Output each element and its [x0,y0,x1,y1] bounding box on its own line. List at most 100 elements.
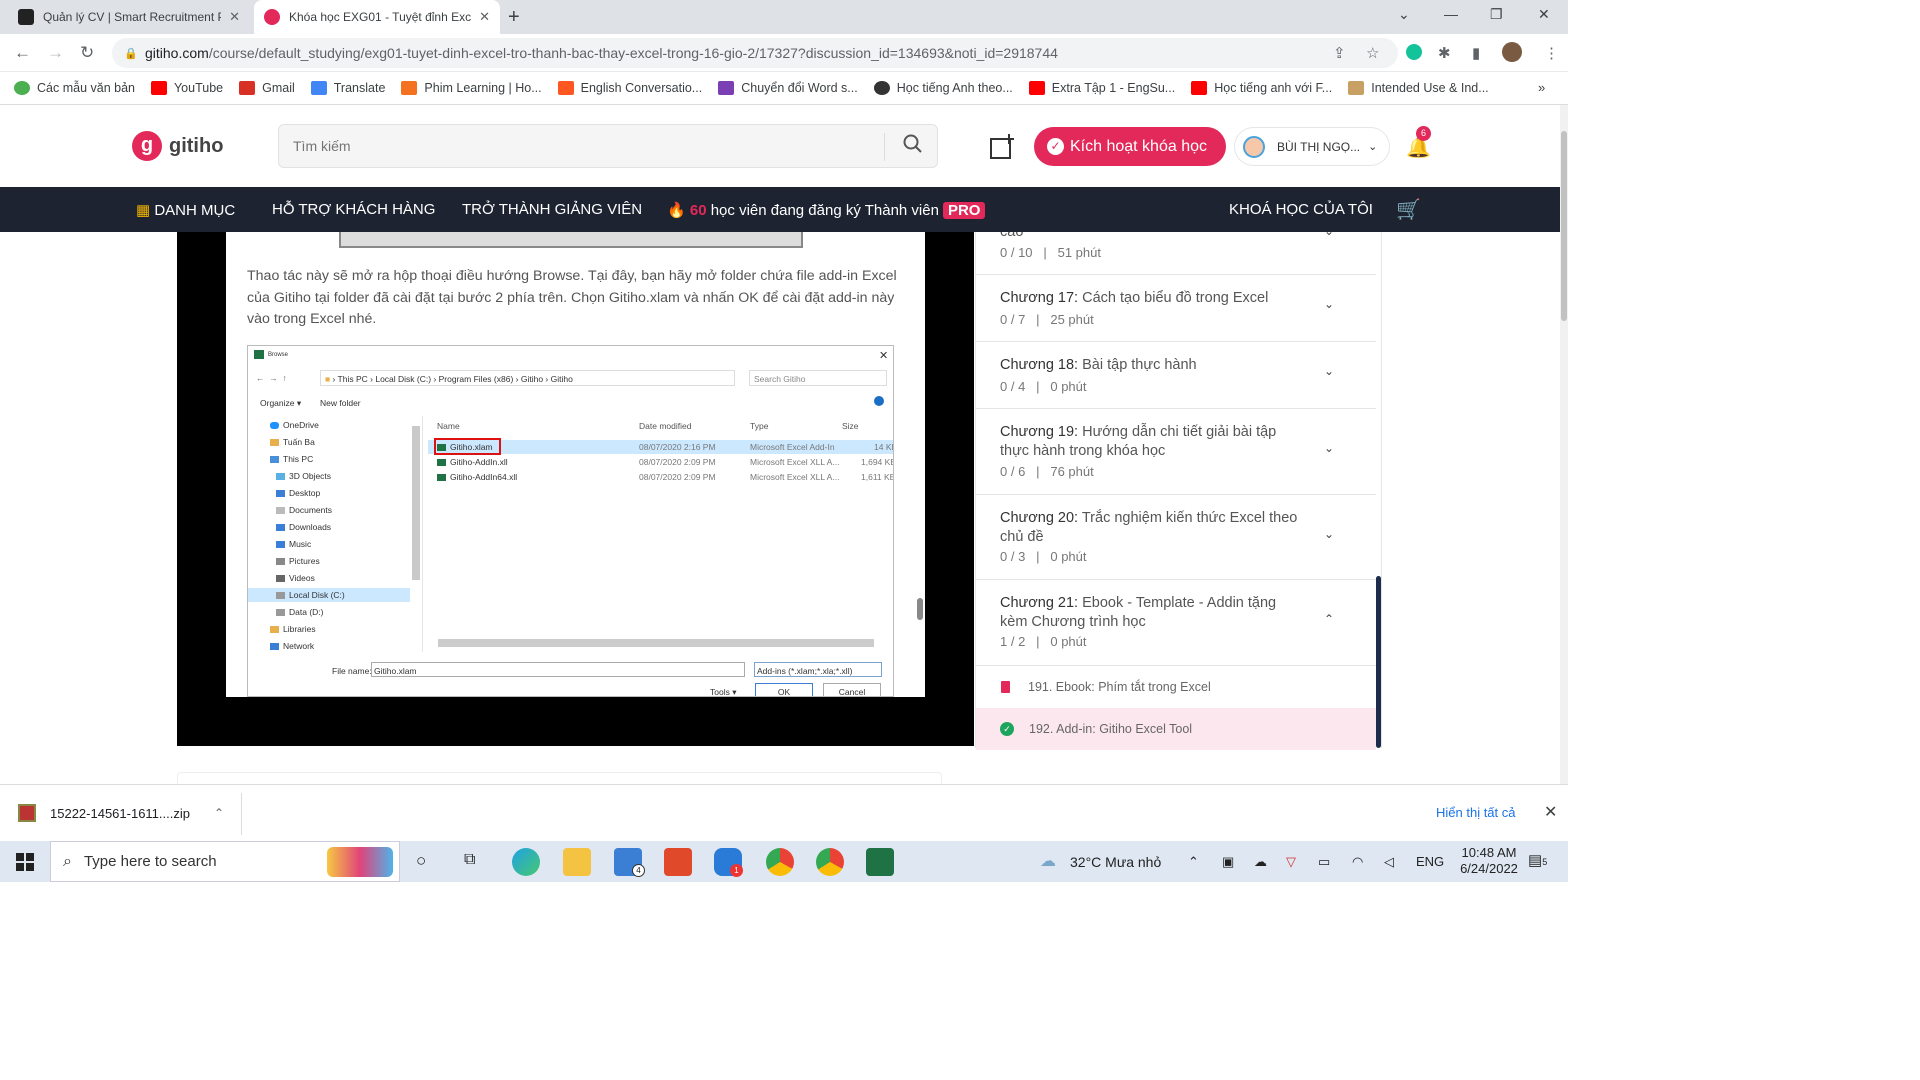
share-icon[interactable]: ⇪ [1333,44,1346,62]
file-row: Gitiho-AddIn.xll [437,457,508,467]
bookmark-item[interactable]: Chuyển đổi Word s... [718,81,858,95]
lesson-item-191[interactable]: 191. Ebook: Phím tắt trong Excel [976,666,1376,708]
chrome-icon[interactable] [766,848,794,876]
cortana-icon[interactable]: ○ [416,851,426,871]
mail-icon[interactable]: 4 [614,848,645,877]
chevron-down-icon: ⌄ [1324,441,1335,455]
forward-icon[interactable]: → [47,43,64,63]
more-bookmarks-icon[interactable]: » [1538,80,1545,95]
nav-support[interactable]: HỖ TRỢ KHÁCH HÀNG [272,201,435,218]
bookmark-item[interactable]: YouTube [150,81,223,95]
weather-text[interactable]: 32°C Mưa nhỏ [1070,854,1161,870]
office-icon[interactable] [664,848,692,876]
chapter-21[interactable]: Chương 21: Ebook - Template - Addin tặng… [976,580,1376,666]
excel-icon [254,350,264,359]
user-menu[interactable]: BÙI THỊ NGỌ... ⌄ [1234,127,1390,166]
close-tab-icon[interactable]: ✕ [479,9,490,25]
sidebar-scrollbar[interactable] [1376,576,1381,748]
tab-khoa-hoc[interactable]: Khóa học EXG01 - Tuyệt đỉnh Exc ✕ [254,0,500,34]
extensions-icon[interactable]: ✱ [1438,44,1451,62]
bookmark-item[interactable]: Học tiếng Anh theo... [873,81,1013,95]
chapter-duration: 76 phút [1050,464,1094,479]
nav-promo[interactable]: 🔥 60 học viên đang đăng ký Thành viên PRO [667,201,986,219]
browser-toolbar: ← → ↻ 🔒 gitiho.com/course/default_studyi… [0,34,1568,72]
chrome-profile-icon[interactable] [816,848,844,876]
downloads-bar: 15222-14561-1611....zip ⌃ Hiển thị tất c… [0,784,1568,841]
search-icon[interactable] [903,134,923,160]
bookmark-item[interactable]: Gmail [239,81,295,95]
chrome-menu-icon[interactable]: ⋮ [1544,44,1559,62]
file-type: Microsoft Excel Add-In [750,442,835,452]
article-scrollbar[interactable] [917,598,923,620]
address-bar[interactable]: 🔒 gitiho.com/course/default_studying/exg… [112,38,1398,68]
gitiho-logo[interactable]: g gitiho [132,131,223,161]
tab-quan-ly-cv[interactable]: Quản lý CV | Smart Recruitment P ✕ [8,0,250,34]
lesson-label: 191. Ebook: Phím tắt trong Excel [1028,680,1211,694]
tray-chevron-icon[interactable]: ⌃ [1188,854,1199,870]
excel-icon[interactable] [866,848,894,876]
volume-icon[interactable]: ◁ [1384,854,1394,870]
bookmark-item[interactable]: Phim Learning | Ho... [401,81,542,95]
wifi-icon[interactable]: ◠ [1352,854,1363,870]
chapter-18[interactable]: Chương 18: Bài tập thực hành 0 / 4 | 0 p… [976,342,1376,409]
notification-bell[interactable]: 🔔 6 [1406,126,1431,160]
close-window-icon[interactable]: ✕ [1538,6,1550,23]
videos-icon [276,575,285,583]
chapter-label: Chương 17: [1000,290,1079,306]
profile-avatar[interactable] [1502,42,1522,62]
download-separator [241,793,242,835]
battery-icon[interactable]: ▭ [1318,854,1330,870]
download-item[interactable]: 15222-14561-1611....zip ⌃ [18,804,224,822]
bookmark-item[interactable]: Intended Use & Ind... [1348,81,1489,95]
restore-icon[interactable]: ❐ [1490,6,1503,23]
task-view-icon[interactable]: ⧉ [464,851,475,869]
tab-search-chevron-icon[interactable]: ⌄ [1398,6,1410,23]
bookmark-item[interactable]: Translate [310,81,385,95]
tray-v-icon[interactable]: ▽ [1286,854,1296,870]
close-icon[interactable]: ✕ [1544,802,1557,822]
onedrive-icon[interactable]: ☁ [1254,854,1267,870]
page-scrollbar[interactable] [1560,105,1568,784]
dialog-nav-arrows: ← → ↑ [256,373,287,383]
nav-teacher[interactable]: TRỞ THÀNH GIẢNG VIÊN [462,201,642,218]
language-indicator[interactable]: ENG [1416,854,1444,869]
new-tab-icon[interactable]: + [508,6,520,29]
add-course-icon[interactable] [988,133,1016,167]
chevron-up-icon[interactable]: ⌃ [214,806,224,820]
search-input[interactable] [293,125,853,167]
sidepanel-icon[interactable]: ▮ [1472,44,1480,62]
back-icon[interactable]: ← [14,43,31,63]
file-explorer-icon[interactable] [563,848,591,876]
chapter-progress: 0 / 3 [1000,549,1026,564]
organize-menu: Organize ▾ [260,398,302,408]
chapter-partial[interactable]: cao 0 / 10 | 51 phút ⌄ [976,232,1376,275]
nav-category[interactable]: ▦ DANH MỤC [136,201,235,219]
chapter-19[interactable]: Chương 19: Hướng dẫn chi tiết giải bài t… [976,409,1376,495]
page-scrollbar-thumb[interactable] [1561,131,1567,321]
close-tab-icon[interactable]: ✕ [229,9,240,25]
nav-my-courses[interactable]: KHOÁ HỌC CỦA TÔI [1229,201,1373,218]
clock[interactable]: 10:48 AM 6/24/2022 [1454,845,1524,877]
zalo-icon[interactable]: 1 [714,848,743,877]
edge-icon[interactable] [512,848,540,876]
chapter-17[interactable]: Chương 17: Cách tạo biểu đồ trong Excel … [976,275,1376,342]
bookmark-item[interactable]: Các mẫu văn bản [14,81,135,95]
grammarly-icon[interactable] [1406,44,1422,60]
bookmark-item[interactable]: Extra Tập 1 - EngSu... [1028,81,1175,95]
cart-icon[interactable]: 🛒 [1396,197,1421,222]
notification-center-icon[interactable]: ▤5 [1528,851,1547,869]
show-all-downloads-link[interactable]: Hiển thị tất cả [1436,805,1516,820]
chapter-20[interactable]: Chương 20: Trắc nghiệm kiến thức Excel t… [976,495,1376,580]
activate-course-button[interactable]: ✓ Kích hoạt khóa học [1034,127,1226,166]
reload-icon[interactable]: ↻ [80,43,94,63]
file-name-label: File name: [332,666,372,676]
bookmark-item[interactable]: Học tiếng anh với F... [1191,81,1332,95]
taskbar-search[interactable]: ⌕ Type here to search [50,841,400,882]
minimize-icon[interactable]: — [1444,6,1458,22]
file-name: Gitiho-AddIn64.xll [450,472,518,482]
bookmark-item[interactable]: English Conversatio... [557,81,702,95]
windows-start-icon[interactable] [16,853,34,876]
bookmark-star-icon[interactable]: ☆ [1366,44,1379,62]
lesson-item-192[interactable]: ✓ 192. Add-in: Gitiho Excel Tool [976,708,1376,750]
tray-app-icon[interactable]: ▣ [1222,854,1234,870]
